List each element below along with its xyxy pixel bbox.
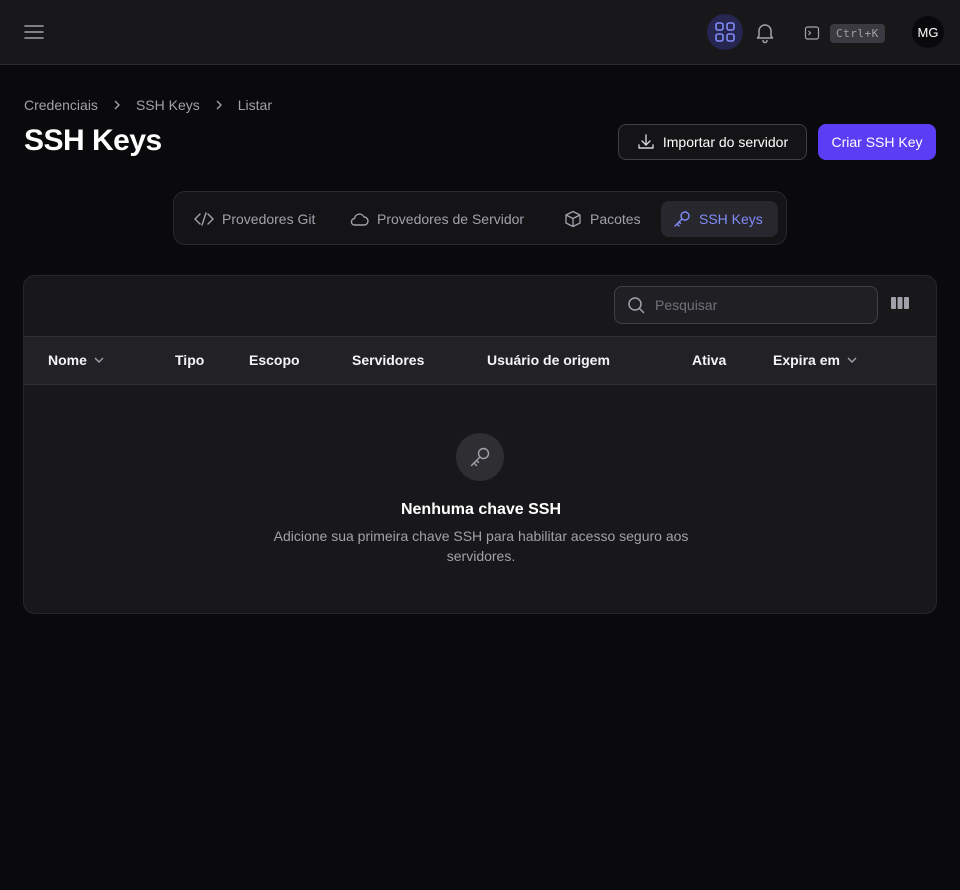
tab-pacotes[interactable]: Pacotes — [552, 201, 653, 237]
bell-icon — [756, 24, 774, 44]
chevron-right-icon — [216, 100, 222, 110]
empty-state-title: Nenhuma chave SSH — [400, 501, 562, 518]
create-button-label: Criar SSH Key — [831, 134, 923, 150]
import-button-label: Importar do servidor — [662, 134, 789, 150]
key-icon — [470, 447, 490, 467]
breadcrumb-item-ssh-keys[interactable]: SSH Keys — [136, 97, 200, 113]
hamburger-icon[interactable] — [22, 20, 46, 44]
chevron-down-icon — [847, 357, 857, 363]
page-title: SSH Keys — [24, 124, 162, 157]
table-header: Nome Tipo Escopo Servidores Usuário de o… — [24, 336, 936, 385]
tab-label: Provedores Git — [222, 211, 316, 227]
ssh-keys-table-panel: Nome Tipo Escopo Servidores Usuário de o… — [23, 275, 937, 614]
column-header-tipo: Tipo — [175, 352, 204, 368]
terminal-icon — [804, 26, 820, 40]
chevron-right-icon — [114, 100, 120, 110]
column-header-nome[interactable]: Nome — [48, 352, 105, 368]
key-icon — [674, 211, 690, 227]
package-icon — [565, 210, 581, 228]
column-label: Nome — [48, 352, 87, 368]
import-from-server-button[interactable]: Importar do servidor — [618, 124, 807, 160]
avatar[interactable]: MG — [912, 16, 944, 48]
column-label: Escopo — [249, 352, 300, 368]
column-label: Ativa — [692, 352, 727, 368]
create-ssh-key-button[interactable]: Criar SSH Key — [818, 124, 936, 160]
credentials-tabs: Provedores Git Provedores de Servidor Pa… — [173, 191, 787, 245]
column-label: Tipo — [175, 352, 205, 368]
breadcrumb-item-credenciais[interactable]: Credenciais — [24, 97, 98, 113]
column-header-usuario-de-origem: Usuário de origem — [487, 352, 610, 368]
column-label: Usuário de origem — [487, 352, 610, 368]
empty-state-icon — [456, 433, 504, 481]
breadcrumb: Credenciais SSH Keys Listar — [24, 97, 272, 113]
column-header-escopo: Escopo — [249, 352, 300, 368]
notifications-button[interactable] — [753, 20, 777, 44]
command-palette-button[interactable]: Ctrl+K — [804, 22, 885, 44]
tab-provedores-git[interactable]: Provedores Git — [182, 201, 327, 237]
empty-state-description: Adicione sua primeira chave SSH para hab… — [273, 528, 689, 564]
tab-label: SSH Keys — [699, 211, 763, 227]
search-box[interactable] — [614, 286, 878, 324]
search-icon — [628, 297, 645, 314]
top-bar: Ctrl+K MG — [0, 0, 960, 65]
cloud-icon — [350, 213, 369, 226]
apps-grid-button[interactable] — [707, 14, 743, 50]
column-header-expira-em[interactable]: Expira em — [773, 352, 858, 368]
download-icon — [638, 134, 654, 149]
tab-label: Provedores de Servidor — [377, 211, 525, 227]
shortcut-hint: Ctrl+K — [830, 23, 885, 43]
tab-provedores-de-servidor[interactable]: Provedores de Servidor — [337, 201, 536, 237]
apps-grid-icon — [715, 22, 735, 42]
columns-icon — [891, 297, 909, 309]
search-input[interactable] — [655, 297, 855, 313]
code-icon — [194, 212, 214, 226]
tab-ssh-keys[interactable]: SSH Keys — [661, 201, 778, 237]
chevron-down-icon — [94, 357, 104, 363]
column-label: Expira em — [773, 352, 840, 368]
column-toggle-button[interactable] — [890, 295, 914, 315]
breadcrumb-item-listar: Listar — [237, 97, 272, 113]
tab-label: Pacotes — [590, 211, 641, 227]
column-header-ativa: Ativa — [692, 352, 726, 368]
column-label: Servidores — [352, 352, 425, 368]
column-header-servidores: Servidores — [352, 352, 424, 368]
